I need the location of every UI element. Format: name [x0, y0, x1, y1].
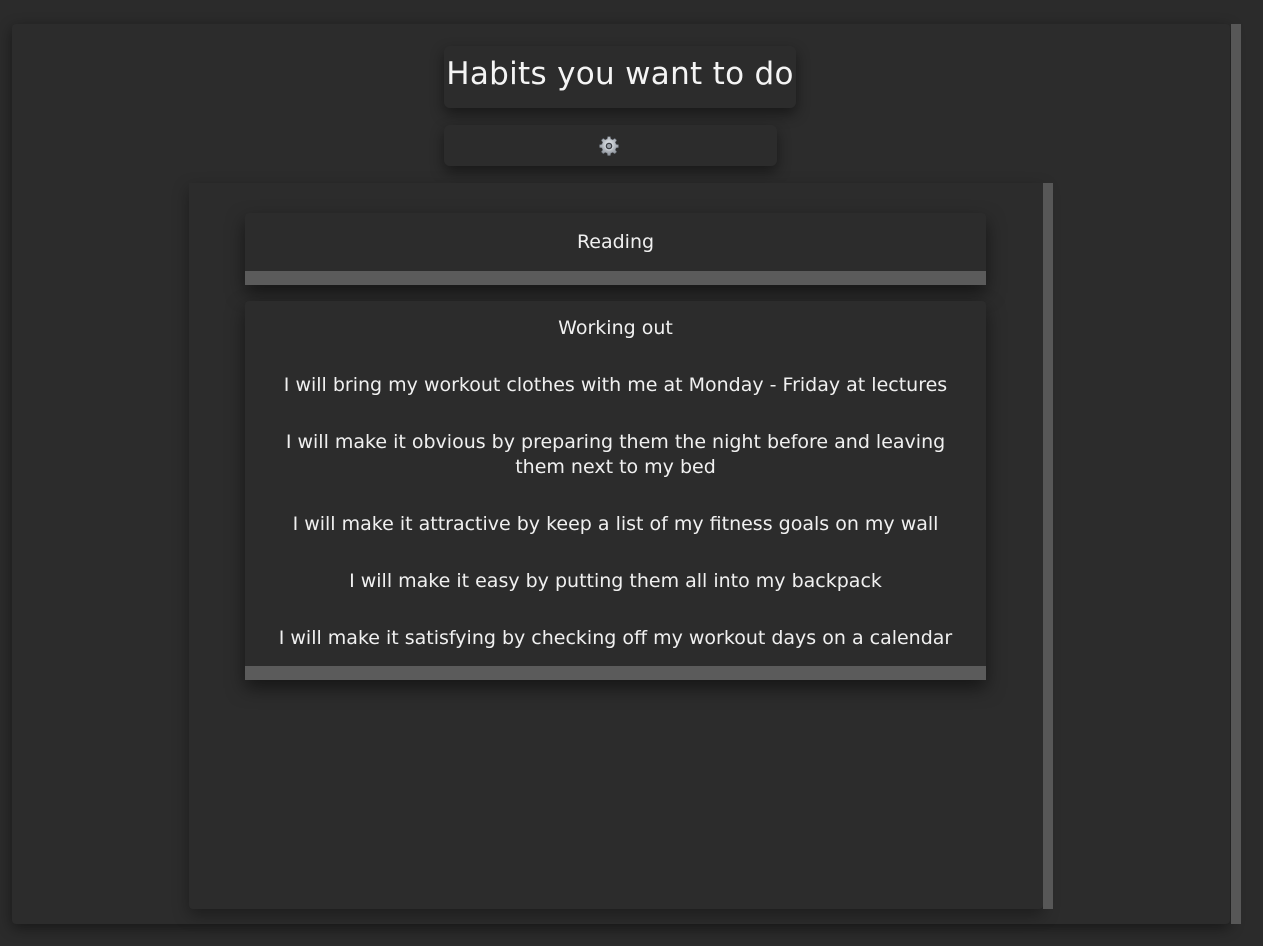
gear-icon — [598, 135, 619, 156]
habit-card-footer-bar — [245, 271, 986, 285]
habit-card-footer-bar — [245, 666, 986, 680]
habit-plan-line: I will make it obvious by preparing them… — [285, 431, 946, 478]
habit-plan-line: I will make it attractive by keep a list… — [292, 513, 939, 535]
habit-plan-line: I will make it easy by putting them all … — [349, 570, 882, 592]
page-title: Habits you want to do — [446, 56, 794, 92]
habit-name: Reading — [576, 231, 655, 253]
habit-plan-line: I will make it satisfying by checking of… — [278, 627, 953, 649]
page-scrollbar[interactable] — [1231, 24, 1241, 924]
title-card: Habits you want to do — [444, 46, 796, 108]
habit-card-working-out[interactable]: Working out I will bring my workout clot… — [245, 301, 986, 680]
habit-plan-line: I will bring my workout clothes with me … — [283, 374, 948, 396]
habit-name: Working out — [558, 317, 673, 339]
habit-list-scrollbar[interactable] — [1043, 183, 1053, 909]
settings-button[interactable] — [444, 125, 777, 166]
habit-card-reading[interactable]: Reading — [245, 213, 986, 285]
